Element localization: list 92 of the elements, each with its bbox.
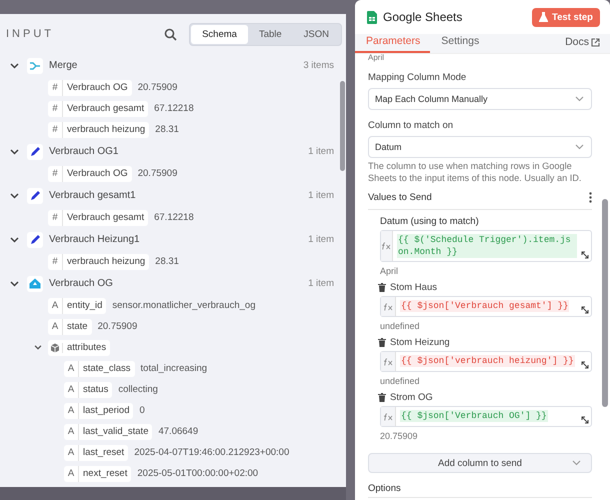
spreadsheet-icon: [367, 10, 377, 24]
add-column-button[interactable]: Add column to send: [368, 453, 592, 473]
field-key[interactable]: A entity_id: [48, 298, 106, 314]
item-count: 1 item: [308, 278, 334, 289]
search-icon[interactable]: [164, 28, 178, 40]
expand-icon[interactable]: [581, 306, 589, 314]
field-value: 2025-04-07T19:46:00.212923+00:00: [134, 447, 290, 458]
result-text: undefined: [380, 321, 421, 331]
field-value: 20.75909: [138, 168, 178, 179]
trash-icon[interactable]: [378, 338, 386, 347]
result-text: 20.75909: [380, 431, 419, 441]
field-key[interactable]: # Verbrauch OG: [48, 80, 132, 96]
column-label: Stom Heizung: [390, 337, 450, 348]
chevron-icon: [575, 144, 584, 150]
item-count: 1 item: [308, 146, 334, 157]
field-value: 67.12218: [154, 103, 194, 114]
view-tab[interactable]: Schema: [191, 24, 248, 44]
field-value: 20.75909: [138, 82, 178, 93]
column-label: Strom OG: [390, 392, 433, 403]
item-count: 1 item: [308, 234, 334, 245]
field-label: Mapping Column Mode: [368, 72, 468, 83]
node-name: Verbrauch OG: [49, 278, 114, 289]
fx-icon: [381, 352, 396, 371]
node-name: Verbrauch gesamt1: [49, 190, 137, 201]
panel-title: INPUT: [6, 28, 55, 40]
field-value: 20.75909: [98, 321, 138, 332]
docs-link[interactable]: Docs: [565, 36, 600, 53]
field-value: 28.31: [155, 124, 179, 135]
column-label: Stom Haus: [390, 282, 437, 293]
field-key[interactable]: # verbrauch heizung: [48, 254, 150, 270]
expand-icon[interactable]: [581, 251, 589, 259]
field-value: 47.06649: [158, 426, 198, 437]
fx-icon: [381, 297, 396, 316]
field-key[interactable]: A next_reset: [64, 466, 132, 482]
field-value: 0: [139, 405, 145, 416]
trash-icon[interactable]: [378, 393, 386, 402]
node-name: Verbrauch OG1: [49, 146, 120, 157]
field-key[interactable]: A last_reset: [64, 444, 128, 460]
view-tab[interactable]: JSON: [292, 24, 340, 44]
field-value: 67.12218: [154, 212, 194, 223]
field-key[interactable]: A state: [48, 318, 92, 334]
more-icon[interactable]: [589, 192, 592, 203]
field-value: total_increasing: [140, 363, 208, 374]
field-key[interactable]: A last_period: [64, 402, 134, 418]
match-column-select[interactable]: Datum: [368, 136, 592, 158]
fx-icon: [381, 231, 393, 261]
item-count: 1 item: [308, 190, 334, 201]
cube-icon: [48, 342, 63, 352]
result-text: April: [368, 54, 386, 62]
field-key[interactable]: # verbrauch heizung: [48, 122, 150, 138]
chevron-icon[interactable]: [10, 280, 19, 286]
hint-text: The column to use when matching rows in Google Sheets to the input items of this node. Usually an ID.: [368, 160, 582, 184]
flask-icon: [538, 12, 548, 22]
chevron-icon[interactable]: [10, 192, 19, 198]
chevron-icon[interactable]: [10, 148, 19, 154]
section-title: Values to Send: [368, 192, 432, 203]
field-key[interactable]: attributes: [48, 340, 110, 356]
merge-icon: [29, 60, 41, 70]
column-label: Datum (using to match): [380, 216, 479, 227]
section-title: Options: [368, 483, 592, 498]
expression-field[interactable]: {{ $json['Verbrauch gesamt'] }}: [380, 296, 592, 317]
view-tab[interactable]: Table: [248, 24, 293, 44]
expression-field[interactable]: {{ $json['verbrauch heizung'] }}: [380, 351, 592, 372]
field-value: 28.31: [155, 256, 179, 267]
chevron-icon: [572, 460, 581, 466]
field-key[interactable]: # Verbrauch OG: [48, 166, 132, 182]
field-key[interactable]: # Verbrauch gesamt: [48, 210, 148, 226]
item-count: 3 items: [303, 60, 334, 71]
mapping-mode-select[interactable]: Map Each Column Manually: [368, 88, 592, 110]
field-value: sensor.monatlicher_verbrauch_og: [112, 300, 256, 311]
field-label: Column to match on: [368, 120, 454, 131]
trash-icon[interactable]: [378, 283, 386, 292]
chevron-icon[interactable]: [10, 236, 19, 242]
chevron-icon[interactable]: [34, 345, 42, 350]
external-link-icon: [591, 38, 600, 46]
expand-icon[interactable]: [581, 416, 589, 424]
result-text: April: [380, 266, 400, 276]
field-value: 2025-05-01T00:00:00+02:00: [137, 468, 258, 479]
node-name: Merge: [49, 60, 78, 71]
field-value: collecting: [118, 384, 158, 395]
expand-icon[interactable]: [581, 361, 589, 369]
result-text: undefined: [380, 376, 421, 386]
field-key[interactable]: A state_class: [64, 360, 135, 376]
field-key[interactable]: # Verbrauch gesamt: [48, 100, 148, 116]
field-key[interactable]: A last_valid_state: [64, 424, 152, 440]
chevron-icon[interactable]: [10, 62, 19, 68]
settings-tab[interactable]: Settings: [430, 35, 490, 53]
fx-icon: [381, 407, 396, 426]
chevron-icon: [575, 96, 584, 102]
node-title: Google Sheets: [383, 10, 464, 24]
field-key[interactable]: A status: [64, 382, 112, 398]
node-name: Verbrauch Heizung1: [49, 234, 141, 245]
